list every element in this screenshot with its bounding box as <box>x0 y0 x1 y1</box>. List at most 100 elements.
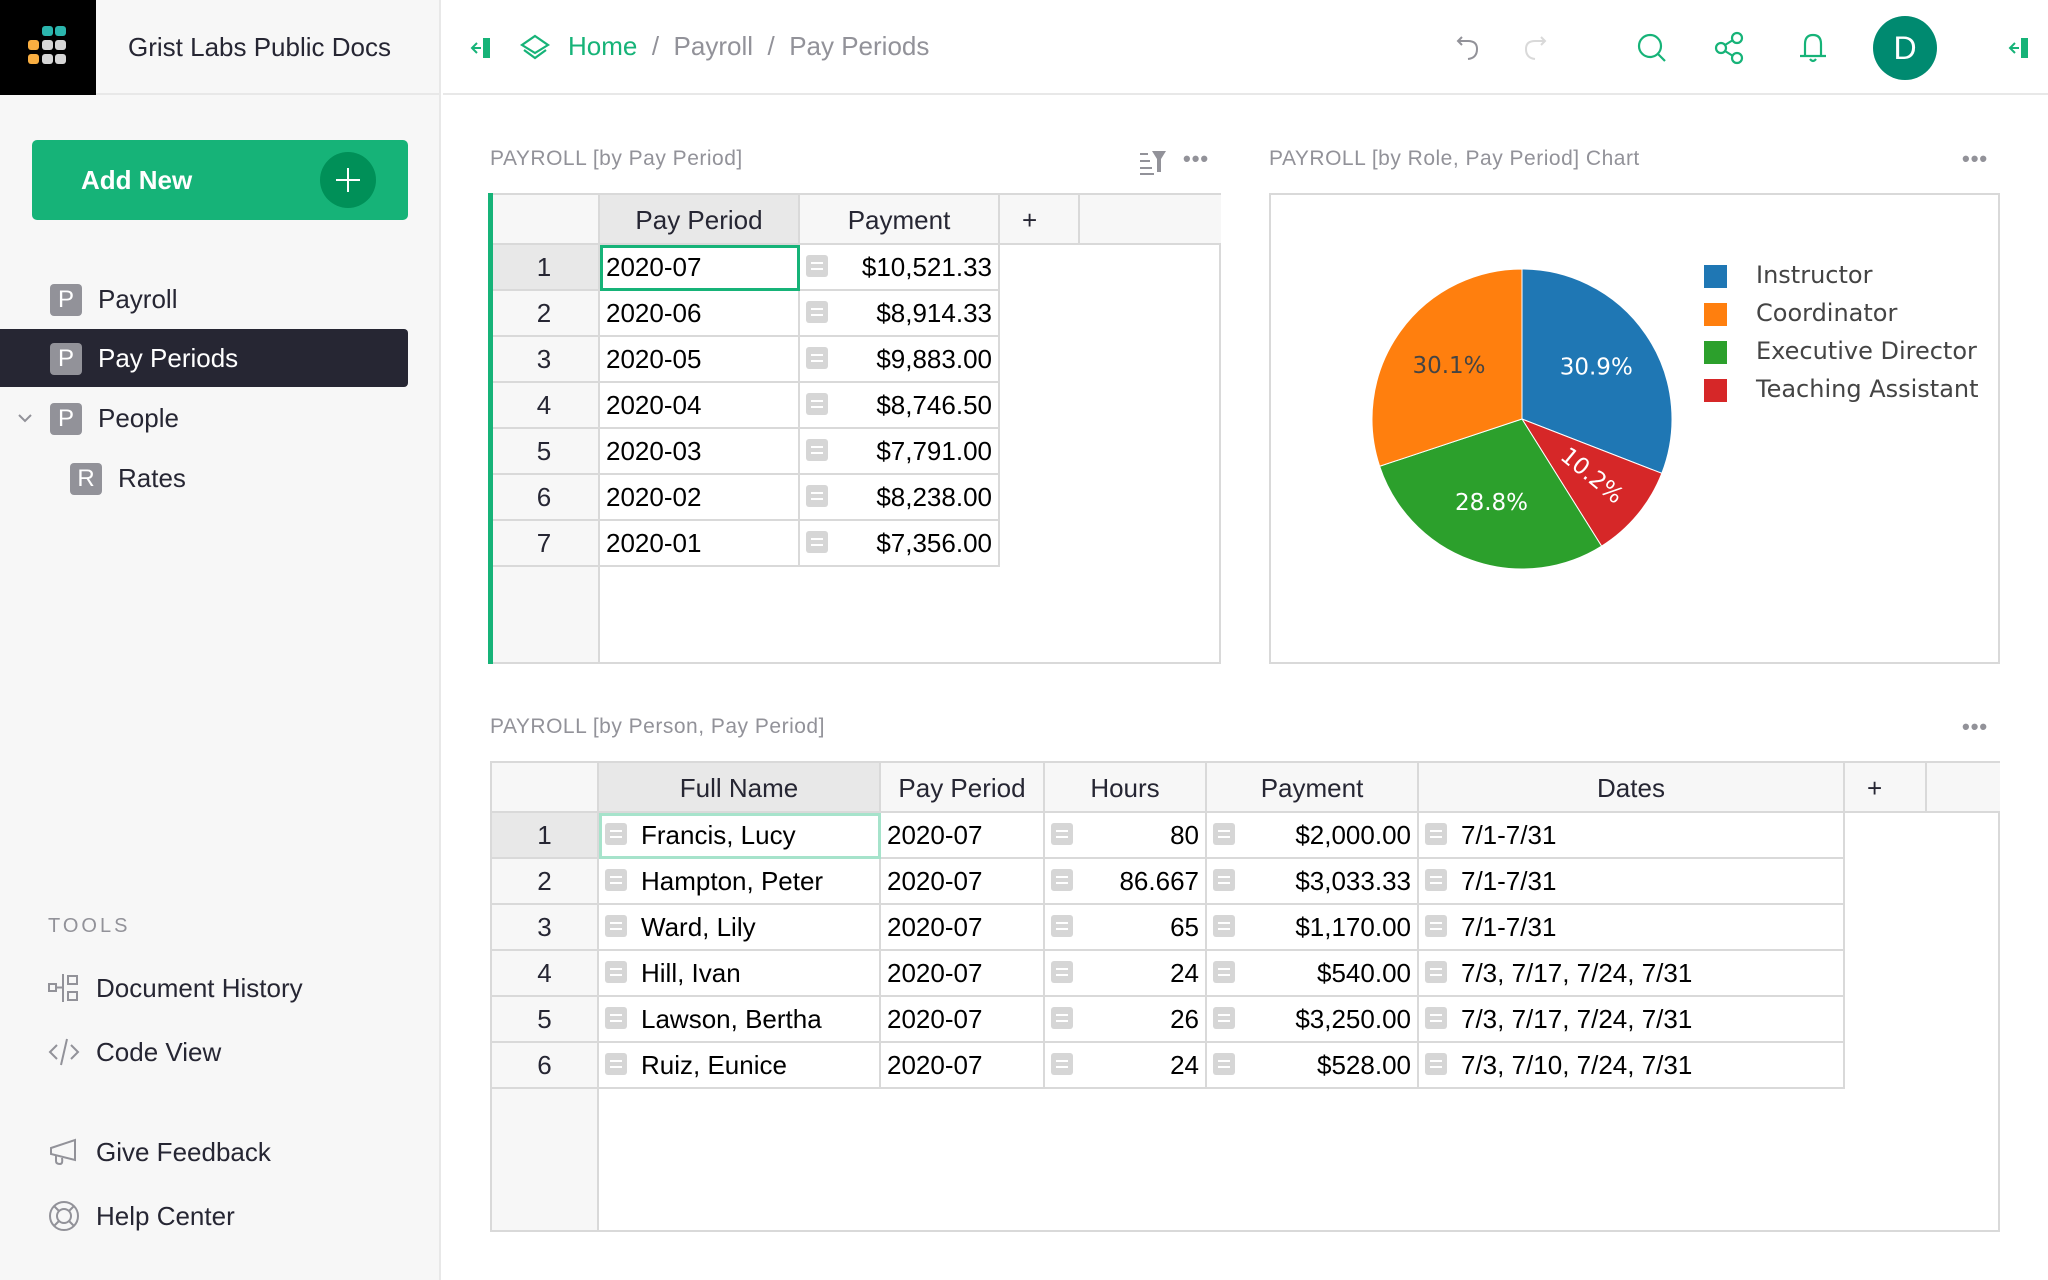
cell-hours[interactable]: 86.667 <box>1045 859 1207 905</box>
column-header-payment[interactable]: Payment <box>1207 763 1419 813</box>
section-title-chart[interactable]: PAYROLL [by Role, Pay Period] Chart <box>1269 147 1640 171</box>
cell-dates[interactable]: 7/3, 7/10, 7/24, 7/31 <box>1419 1043 1845 1089</box>
column-header-pay-period[interactable]: Pay Period <box>881 763 1045 813</box>
row-number[interactable]: 1 <box>492 813 599 859</box>
sort-filter-icon[interactable] <box>1138 148 1168 176</box>
cell-full-name[interactable]: Francis, Lucy <box>599 813 881 859</box>
cell-hours[interactable]: 24 <box>1045 951 1207 997</box>
add-column-button[interactable]: + <box>1845 763 1927 813</box>
cell-hours[interactable]: 80 <box>1045 813 1207 859</box>
breadcrumb-page[interactable]: Pay Periods <box>789 31 929 61</box>
row-number[interactable]: 5 <box>490 429 600 475</box>
share-icon[interactable] <box>1710 28 1750 68</box>
cell-payment[interactable]: $8,238.00 <box>800 475 1000 521</box>
cell-pay-period[interactable]: 2020-03 <box>600 429 800 475</box>
cell-payment[interactable]: $8,746.50 <box>800 383 1000 429</box>
column-header-full-name[interactable]: Full Name <box>599 763 881 813</box>
section-menu-icon[interactable]: ••• <box>1183 146 1209 172</box>
cell-hours[interactable]: 65 <box>1045 905 1207 951</box>
breadcrumb-home[interactable]: Home <box>568 31 637 61</box>
bell-icon[interactable] <box>1793 28 1833 68</box>
cell-hours[interactable]: 24 <box>1045 1043 1207 1089</box>
row-number[interactable]: 6 <box>492 1043 599 1089</box>
breadcrumb-doc[interactable]: Payroll <box>674 31 753 61</box>
page-item-pay-periods[interactable]: P Pay Periods <box>0 329 408 387</box>
cell-full-name[interactable]: Hampton, Peter <box>599 859 881 905</box>
cell-pay-period[interactable]: 2020-07 <box>881 997 1045 1043</box>
column-header-pay-period[interactable]: Pay Period <box>600 195 800 245</box>
column-header-payment[interactable]: Payment <box>800 195 1000 245</box>
add-new-button[interactable]: Add New <box>32 140 408 220</box>
cell-payment[interactable]: $1,170.00 <box>1207 905 1419 951</box>
row-number[interactable]: 4 <box>490 383 600 429</box>
cell-payment[interactable]: $9,883.00 <box>800 337 1000 383</box>
search-icon[interactable] <box>1632 28 1672 68</box>
cell-pay-period[interactable]: 2020-02 <box>600 475 800 521</box>
cell-full-name[interactable]: Ruiz, Eunice <box>599 1043 881 1089</box>
undo-icon[interactable] <box>1448 28 1488 68</box>
cell-pay-period[interactable]: 2020-07 <box>881 813 1045 859</box>
user-avatar[interactable]: D <box>1873 16 1937 80</box>
column-header-hours[interactable]: Hours <box>1045 763 1207 813</box>
cell-payment[interactable]: $7,791.00 <box>800 429 1000 475</box>
cell-dates[interactable]: 7/1-7/31 <box>1419 859 1845 905</box>
cell-pay-period[interactable]: 2020-07 <box>881 905 1045 951</box>
collapse-left-panel-icon[interactable] <box>459 28 499 68</box>
cell-payment[interactable]: $7,356.00 <box>800 521 1000 567</box>
cell-payment[interactable]: $8,914.33 <box>800 291 1000 337</box>
cell-pay-period[interactable]: 2020-05 <box>600 337 800 383</box>
cell-pay-period[interactable]: 2020-04 <box>600 383 800 429</box>
cell-dates[interactable]: 7/3, 7/17, 7/24, 7/31 <box>1419 997 1845 1043</box>
row-number[interactable]: 2 <box>492 859 599 905</box>
cell-payment[interactable]: $2,000.00 <box>1207 813 1419 859</box>
cell-full-name[interactable]: Ward, Lily <box>599 905 881 951</box>
section-title-person[interactable]: PAYROLL [by Person, Pay Period] <box>490 715 825 739</box>
row-number[interactable]: 1 <box>490 245 600 291</box>
cell-payment[interactable]: $3,033.33 <box>1207 859 1419 905</box>
cell-dates[interactable]: 7/3, 7/17, 7/24, 7/31 <box>1419 951 1845 997</box>
add-column-button[interactable]: + <box>1000 195 1080 245</box>
cell-value: $3,033.33 <box>1295 866 1411 896</box>
cell-dates[interactable]: 7/1-7/31 <box>1419 905 1845 951</box>
code-view-icon <box>48 1038 80 1066</box>
plus-icon <box>320 152 376 208</box>
cell-pay-period[interactable]: 2020-01 <box>600 521 800 567</box>
row-number[interactable]: 5 <box>492 997 599 1043</box>
cell-payment[interactable]: $10,521.33 <box>800 245 1000 291</box>
cell-payment[interactable]: $540.00 <box>1207 951 1419 997</box>
cell-hours[interactable]: 26 <box>1045 997 1207 1043</box>
grid-corner[interactable] <box>490 195 600 245</box>
section-menu-icon[interactable]: ••• <box>1962 714 1988 740</box>
cell-full-name[interactable]: Lawson, Bertha <box>599 997 881 1043</box>
cell-dates[interactable]: 7/1-7/31 <box>1419 813 1845 859</box>
collapse-right-panel-icon[interactable] <box>1997 28 2037 68</box>
redo-icon[interactable] <box>1513 28 1553 68</box>
row-number[interactable]: 4 <box>492 951 599 997</box>
page-item-rates[interactable]: R Rates <box>0 449 408 507</box>
home-layers-icon[interactable] <box>515 28 555 68</box>
cell-pay-period[interactable]: 2020-07 <box>600 245 800 291</box>
cell-full-name[interactable]: Hill, Ivan <box>599 951 881 997</box>
grid-corner[interactable] <box>492 763 599 813</box>
cell-pay-period[interactable]: 2020-07 <box>881 951 1045 997</box>
org-name[interactable]: Grist Labs Public Docs <box>96 0 441 95</box>
column-header-dates[interactable]: Dates <box>1419 763 1845 813</box>
app-logo[interactable] <box>0 0 96 95</box>
section-title-pay-period[interactable]: PAYROLL [by Pay Period] <box>490 147 743 171</box>
row-number[interactable]: 3 <box>490 337 600 383</box>
chevron-down-icon[interactable] <box>16 409 34 427</box>
row-number[interactable]: 7 <box>490 521 600 567</box>
cell-pay-period[interactable]: 2020-07 <box>881 1043 1045 1089</box>
page-item-payroll[interactable]: P Payroll <box>0 270 408 328</box>
cell-payment[interactable]: $528.00 <box>1207 1043 1419 1089</box>
cell-pay-period[interactable]: 2020-07 <box>881 859 1045 905</box>
row-number[interactable]: 2 <box>490 291 600 337</box>
row-number[interactable]: 3 <box>492 905 599 951</box>
page-label: Payroll <box>98 284 178 314</box>
row-number[interactable]: 6 <box>490 475 600 521</box>
cell-value: 65 <box>1170 912 1199 942</box>
cell-pay-period[interactable]: 2020-06 <box>600 291 800 337</box>
cell-payment[interactable]: $3,250.00 <box>1207 997 1419 1043</box>
page-item-people[interactable]: P People <box>0 389 408 447</box>
chart-menu-icon[interactable]: ••• <box>1962 146 1988 172</box>
